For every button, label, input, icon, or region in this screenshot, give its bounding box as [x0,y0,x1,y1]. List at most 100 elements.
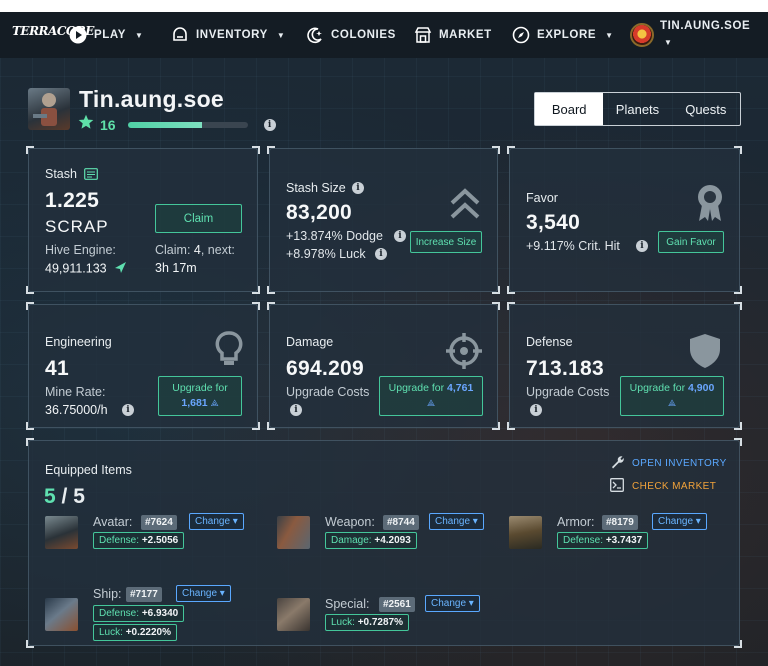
nav-market-label: MARKET [439,29,492,41]
open-inventory-link[interactable]: OPEN INVENTORY [610,455,727,472]
special-stat-luck: Luck: +0.7287% [325,614,410,631]
wrench-icon [610,455,624,472]
info-icon[interactable]: i [394,230,406,242]
chevron-down-icon: ▼ [664,38,673,47]
check-market-link[interactable]: CHECK MARKET [610,478,716,495]
crosshair-icon [446,333,482,374]
avatar-id-badge: #7624 [141,515,177,530]
stash-size-panel: Stash Size i 83,200 +13.874% Dodge i +8.… [267,146,500,294]
engineering-panel: Engineering 41 Mine Rate: 36.75000/h i U… [26,302,260,430]
hive-engine-label: Hive Engine: [45,243,116,257]
avatar-item-image[interactable] [45,516,78,549]
ship-id-badge: #7177 [126,587,162,602]
ship-stat-defense: Defense: +6.9340 [93,605,185,622]
mine-rate-label: Mine Rate: [45,385,106,399]
info-icon[interactable]: i [352,182,364,194]
dodge-bonus: +13.874% Dodge [286,229,383,243]
xp-progress-bar [127,121,248,128]
armor-change-button[interactable]: Change ▾ [652,513,707,530]
weapon-slot-label: Weapon: [325,515,375,529]
nav-colonies-label: COLONIES [331,29,396,41]
xp-progress-fill [127,121,202,128]
ship-slot-label: Ship: [93,587,122,601]
favor-title: Favor [526,191,558,205]
nav-username: TIN.AUNG.SOE [660,20,751,32]
double-chevron-up-icon [448,187,482,226]
engineering-value: 41 [45,357,69,380]
special-item-image[interactable] [277,598,310,631]
mine-rate-value: 36.75000/h [45,403,108,417]
equipped-items-title: Equipped Items [45,463,132,477]
send-icon[interactable] [114,261,127,277]
engineering-title: Engineering [45,335,112,349]
upgrade-defense-button[interactable]: Upgrade for 4,900 ⟁ [620,376,724,416]
user-avatar [630,23,654,47]
weapon-change-button[interactable]: Change ▾ [429,513,484,530]
tab-quests[interactable]: Quests [672,93,740,125]
defense-value: 713.183 [526,357,605,380]
avatar-stat-defense: Defense: +2.5056 [93,532,185,549]
nav-inventory[interactable]: INVENTORY ▼ [171,12,285,58]
store-icon [414,26,432,44]
avatar-change-button[interactable]: Change ▾ [189,513,244,530]
hive-token-icon: ⟁ [667,398,677,408]
info-icon[interactable]: i [530,404,542,416]
lightbulb-icon [215,331,243,372]
star-icon [78,114,94,135]
special-slot-label: Special: [325,597,370,611]
ship-stat-luck: Luck: +0.2220% [93,624,178,641]
stash-panel: Stash 1.225 SCRAP Claim Hive Engine: 49,… [26,146,260,294]
crit-hit-bonus: +9.117% Crit. Hit [526,239,620,253]
armor-id-badge: #8179 [602,515,638,530]
info-icon[interactable]: i [122,404,134,416]
stash-size-value: 83,200 [286,201,353,224]
app-frame: TERRACORE PLAY ▼ INVENTORY ▼ COLONIES MA… [0,12,768,666]
nav-explore[interactable]: EXPLORE ▼ [512,12,614,58]
compass-icon [512,26,530,44]
equipped-count: 5 / 5 [44,485,85,508]
user-menu[interactable]: TIN.AUNG.SOE ▼ [630,18,750,47]
helmet-icon [171,26,189,44]
upgrade-engineering-button[interactable]: Upgrade for 1,681 ⟁ [158,376,242,416]
nav-colonies[interactable]: COLONIES [306,12,396,58]
armor-slot-label: Armor: [557,515,595,529]
play-icon [69,26,87,44]
info-icon[interactable]: i [263,118,276,131]
avatar-slot-label: Avatar: [93,515,133,529]
defense-upgrade-costs-label: Upgrade Costs [526,385,610,399]
armor-item-image[interactable] [509,516,542,549]
info-icon[interactable]: i [290,404,302,416]
claim-button[interactable]: Claim [155,204,242,233]
damage-title: Damage [286,335,334,349]
profile-avatar [28,88,70,130]
award-ribbon-icon [693,183,727,228]
weapon-item-image[interactable] [277,516,310,549]
ship-item-image[interactable] [45,598,78,631]
gain-favor-button[interactable]: Gain Favor [658,231,724,253]
weapon-id-badge: #8744 [383,515,419,530]
nav-market[interactable]: MARKET [414,12,492,58]
top-nav: TERRACORE PLAY ▼ INVENTORY ▼ COLONIES MA… [0,12,768,58]
nav-explore-label: EXPLORE [537,29,597,41]
hive-token-icon: ⟁ [426,398,436,408]
stash-amount: 1.225 [45,189,100,212]
upgrade-damage-button[interactable]: Upgrade for 4,761 ⟁ [379,376,483,416]
level-row: 16 i [78,114,276,135]
view-tabs: Board Planets Quests [534,92,741,126]
nav-play[interactable]: PLAY ▼ [69,12,144,58]
stash-title: Stash [45,167,77,181]
hive-engine-value: 49,911.133 [45,261,127,277]
tab-board[interactable]: Board [535,93,604,125]
info-icon[interactable]: i [636,240,648,252]
info-icon[interactable]: i [375,248,387,260]
damage-upgrade-costs-label: Upgrade Costs [286,385,370,399]
tab-planets[interactable]: Planets [603,93,671,125]
ship-change-button[interactable]: Change ▾ [176,585,231,602]
increase-size-button[interactable]: Increase Size [410,231,482,253]
profile-name: Tin.aung.soe [79,86,225,112]
shield-icon [688,333,722,374]
chevron-down-icon: ▼ [605,30,614,40]
special-change-button[interactable]: Change ▾ [425,595,480,612]
stash-unit: SCRAP [45,217,109,236]
damage-value: 694.209 [286,357,365,380]
